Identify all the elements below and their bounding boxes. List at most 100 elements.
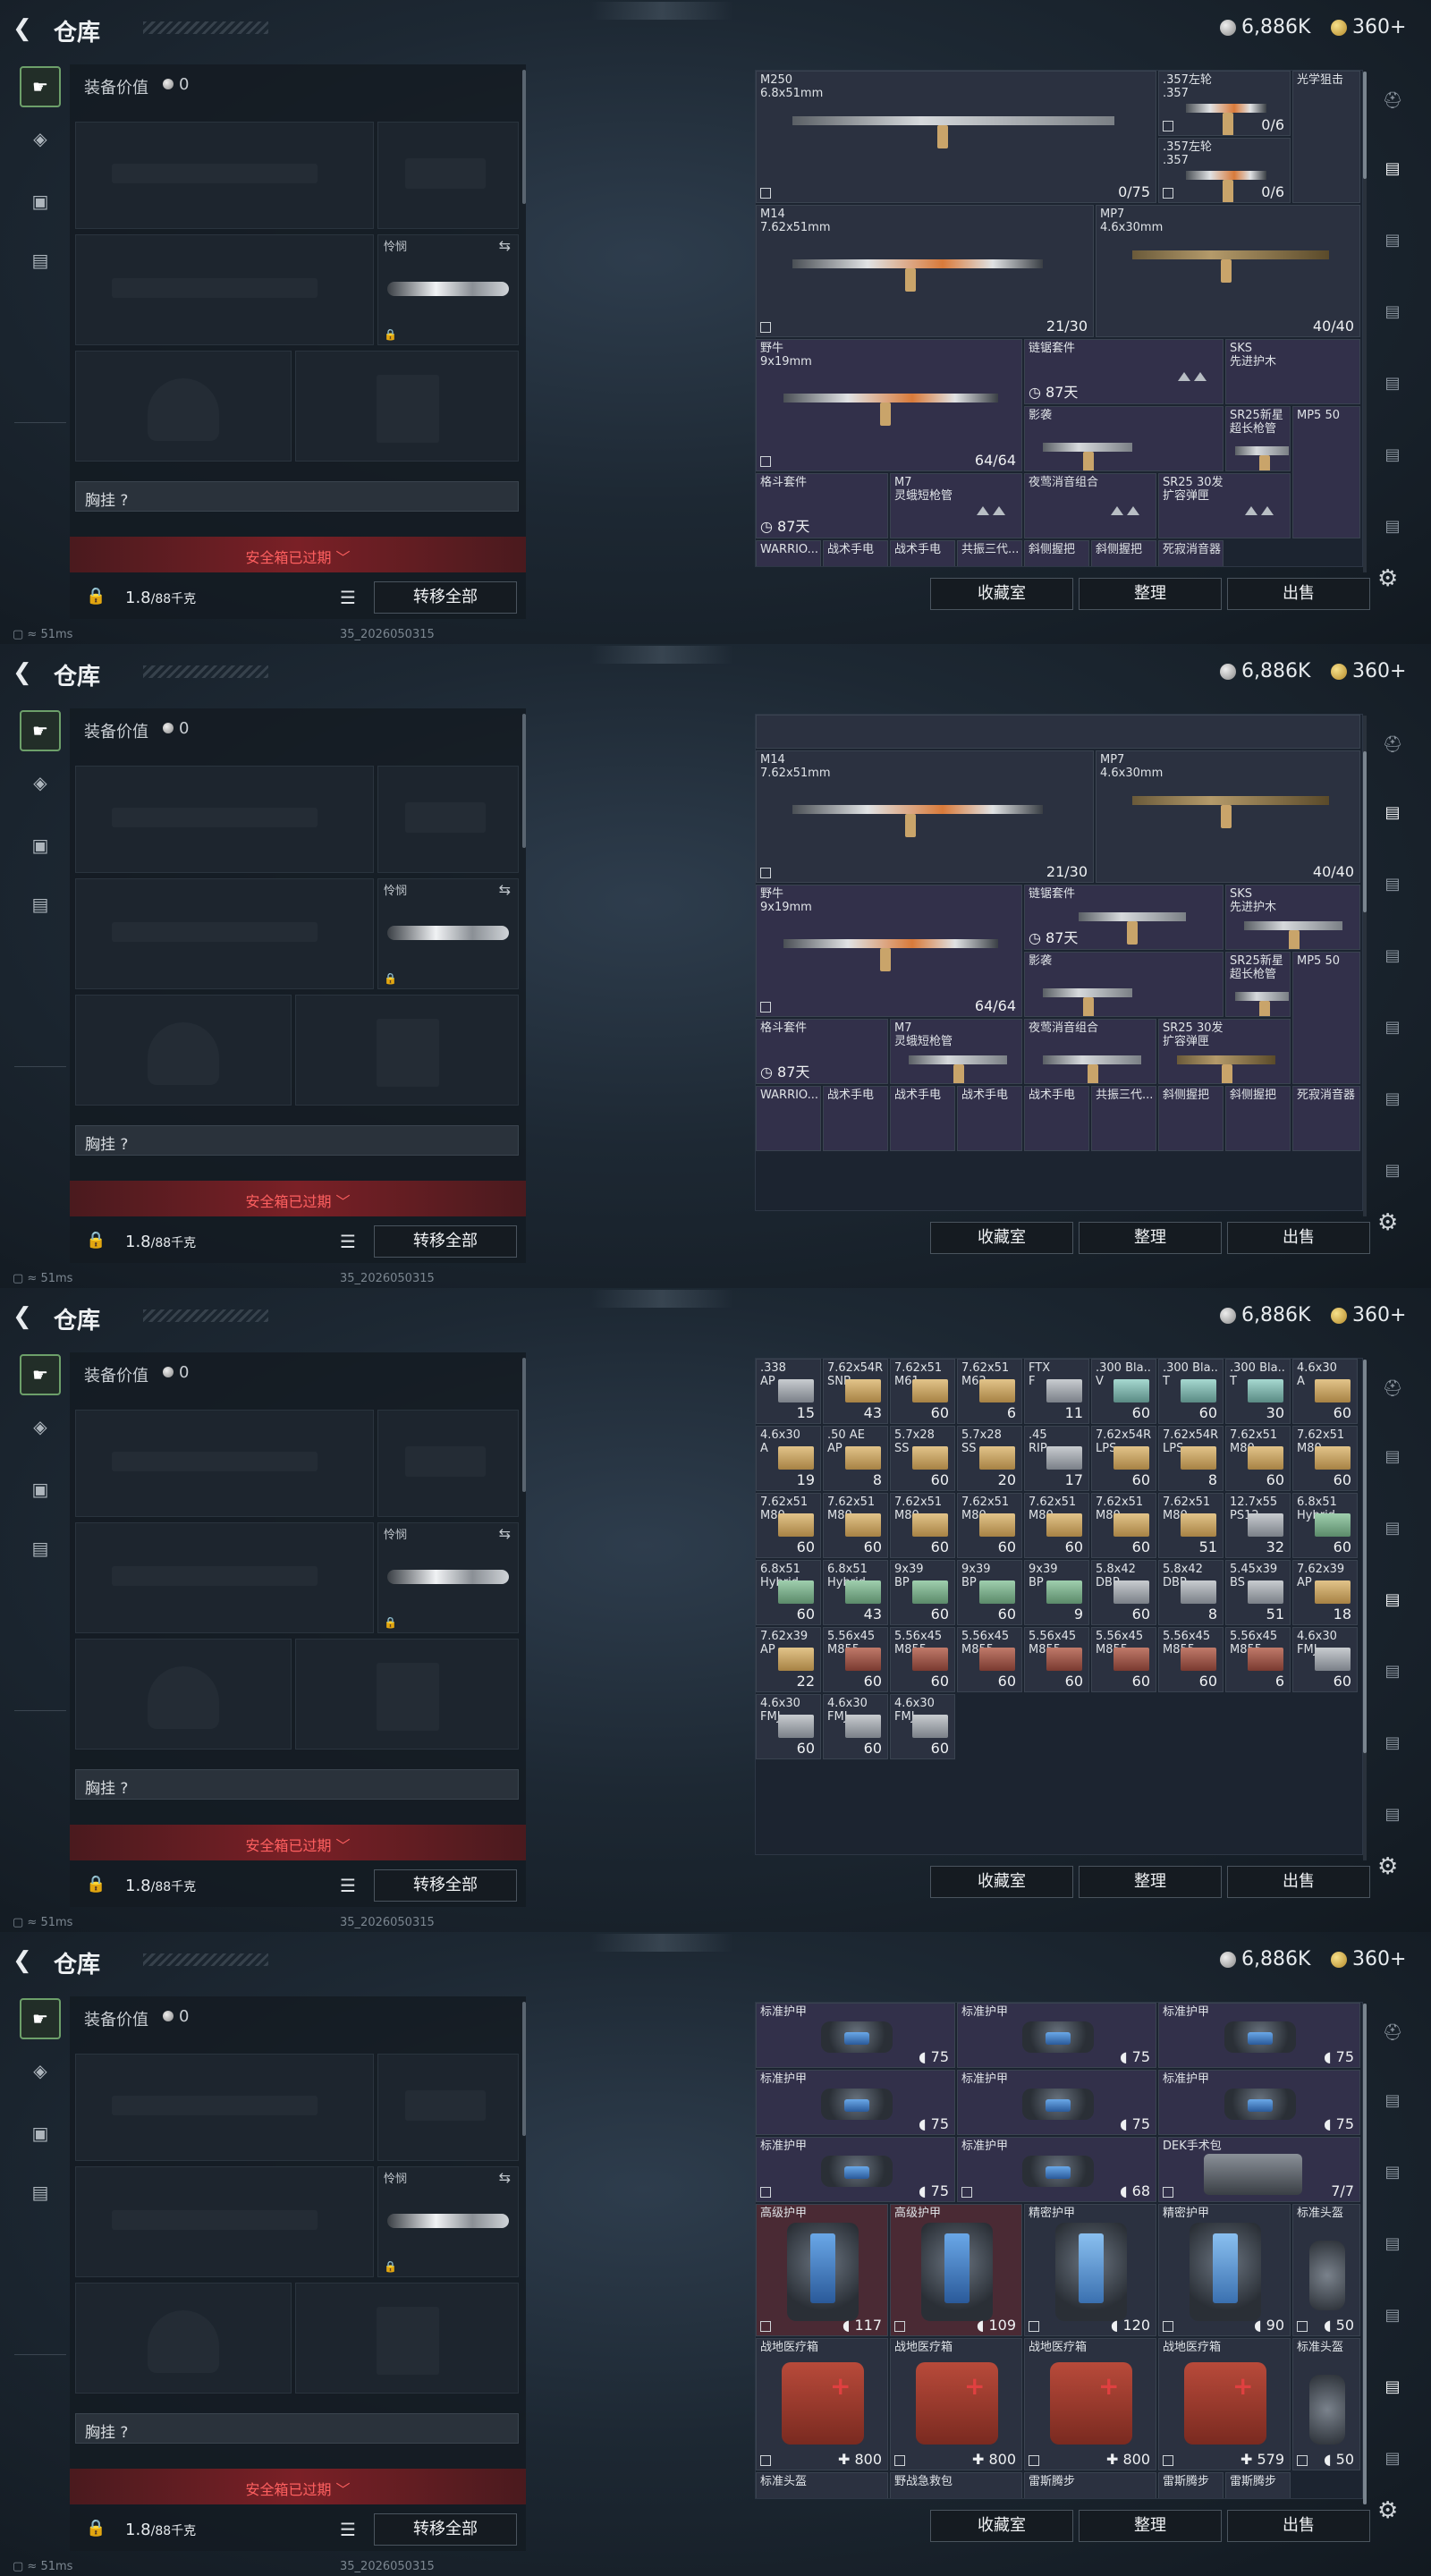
page-5-icon[interactable]: ▤ (1376, 442, 1410, 469)
weapon-item[interactable]: M250 6.8x51mm 0/75 (756, 71, 1156, 203)
ammo-item[interactable]: 5.56x45 M855 60 (1091, 1627, 1156, 1692)
inventory-scrollbar[interactable] (1363, 2004, 1367, 2504)
list-icon[interactable]: ☰ (340, 2519, 356, 2540)
settings-gear-icon[interactable]: ⚙ (1377, 2497, 1398, 2524)
weapon-item[interactable]: M14 7.62x51mm 21/30 (756, 750, 1094, 883)
armor-slot[interactable] (295, 351, 519, 462)
page-6-icon[interactable]: ▤ (1376, 2445, 1410, 2472)
inventory-scrollbar[interactable] (1363, 716, 1367, 1216)
safe-box-banner[interactable]: 安全箱已过期 ﹀ (70, 2469, 526, 2504)
ammo-item[interactable]: 12.7x55 PS12 32 (1225, 1493, 1291, 1558)
attachment-item[interactable]: 影袭 (1024, 406, 1224, 471)
page-6-icon[interactable]: ▤ (1376, 1157, 1410, 1184)
tab-helmet[interactable]: ◈ (20, 118, 61, 159)
sell-button[interactable]: 出售 (1227, 1222, 1370, 1254)
loadout-scrollbar[interactable] (522, 70, 526, 204)
gear-item[interactable]: 雷斯腾步 (1158, 2472, 1224, 2498)
tab-weapons[interactable]: ☛ (20, 66, 61, 107)
inventory-scroll-thumb[interactable] (1363, 1360, 1367, 1753)
ammo-item[interactable]: 7.62x39 AP 18 (1292, 1560, 1358, 1625)
tab-armor[interactable]: ▣ (20, 181, 61, 222)
attachment-item[interactable]: M7 灵蛾短枪管 (890, 473, 1022, 538)
primary-weapon-slot[interactable] (75, 1410, 374, 1517)
safe-box-banner[interactable]: 安全箱已过期 ﹀ (70, 537, 526, 572)
page-4-icon[interactable]: ▤ (1376, 2302, 1410, 2329)
gear-item[interactable]: 高级护甲 ◖ 109 (890, 2204, 1022, 2336)
tab-weapons[interactable]: ☛ (20, 1998, 61, 2039)
page-2-icon[interactable]: ▤ (1376, 2159, 1410, 2186)
secondary-weapon-slot[interactable] (75, 2166, 374, 2277)
gear-item[interactable]: 标准护甲 ◖ 75 (957, 2003, 1156, 2068)
chest-rig-slot[interactable]: 胸挂 ? (75, 481, 519, 512)
transfer-all-button[interactable]: 转移全部 (374, 1869, 517, 1902)
helmet-slot[interactable] (75, 2283, 292, 2394)
chest-rig-slot[interactable]: 胸挂 ? (75, 1125, 519, 1156)
page-3-icon[interactable]: ▤ (1376, 1587, 1410, 1614)
organize-button[interactable]: 整理 (1079, 1866, 1222, 1898)
attachment-item[interactable]: 链锯套件 ◷ 87天 (1024, 339, 1224, 404)
ammo-item[interactable]: .300 Bla.. V 60 (1091, 1359, 1156, 1424)
page-6-icon[interactable]: ▤ (1376, 1801, 1410, 1828)
gold-currency[interactable]: 360+ (1331, 1304, 1406, 1326)
settings-gear-icon[interactable]: ⚙ (1377, 1853, 1398, 1880)
page-3-icon[interactable]: ▤ (1376, 2231, 1410, 2258)
page-6-icon[interactable]: ▤ (1376, 513, 1410, 540)
attachment-item[interactable]: 斜侧握把 (1158, 1086, 1224, 1151)
attachment-item[interactable]: 战术手电 (957, 1086, 1022, 1151)
attachment-item[interactable]: 共振三代... (1091, 1086, 1156, 1151)
melee-slot[interactable]: 怜悯 ⇆ 🔒 (377, 878, 519, 989)
ammo-item[interactable]: 4.6x30 FMJ 60 (823, 1694, 888, 1759)
attachment-item[interactable]: 野牛 9x19mm 64/64 (756, 885, 1022, 1017)
secondary-weapon-slot[interactable] (75, 878, 374, 989)
ammo-item[interactable]: 5.56x45 M855 60 (890, 1627, 955, 1692)
gold-currency[interactable]: 360+ (1331, 16, 1406, 38)
gear-item[interactable]: 标准头盔 ◖ 50 (1292, 2204, 1360, 2336)
inventory-grid[interactable]: .338 AP 15 7.62x54R SNB 43 7.62x51 M61 60 7.62… (755, 1358, 1363, 1855)
gear-item[interactable]: 标准头盔 (756, 2472, 888, 2498)
warehouse-home-icon[interactable]: ⛑ (1376, 1376, 1410, 1402)
tab-helmet[interactable]: ◈ (20, 762, 61, 803)
attachment-item[interactable]: 死寂消音器 (1292, 1086, 1360, 1151)
ammo-item[interactable]: 7.62x51 M62 6 (957, 1359, 1022, 1424)
swap-icon[interactable]: ⇆ (499, 2169, 511, 2186)
gear-item[interactable]: 精密护甲 ◖ 90 (1158, 2204, 1291, 2336)
swap-icon[interactable]: ⇆ (499, 237, 511, 254)
ammo-item[interactable]: 7.62x54R LPS 8 (1158, 1426, 1224, 1491)
page-5-icon[interactable]: ▤ (1376, 1730, 1410, 1757)
warehouse-home-icon[interactable]: ⛑ (1376, 88, 1410, 114)
armor-slot[interactable] (295, 2283, 519, 2394)
primary-weapon-slot[interactable] (75, 766, 374, 873)
organize-button[interactable]: 整理 (1079, 1222, 1222, 1254)
gear-item[interactable]: 标准护甲 ◖ 75 (1158, 2070, 1360, 2135)
weapon-item[interactable]: MP7 4.6x30mm 40/40 (1096, 750, 1360, 883)
gear-item[interactable]: DEK手术包 7/7 (1158, 2137, 1360, 2202)
ammo-item[interactable]: 6.8x51 Hybrid60 (1292, 1493, 1358, 1558)
organize-button[interactable]: 整理 (1079, 2510, 1222, 2542)
gear-item[interactable]: 标准护甲 ◖ 75 (756, 2070, 955, 2135)
melee-slot[interactable]: 怜悯 ⇆ 🔒 (377, 2166, 519, 2277)
ammo-item[interactable]: 7.62x51 M80 60 (1225, 1426, 1291, 1491)
attachment-item[interactable]: WARRIO... (756, 1086, 821, 1151)
list-icon[interactable]: ☰ (340, 1231, 356, 1252)
ammo-item[interactable]: 4.6x30 A 60 (1292, 1359, 1358, 1424)
armor-slot[interactable] (295, 995, 519, 1106)
attachment-item[interactable]: SKS 先进护木 (1225, 885, 1360, 950)
inventory-scroll-thumb[interactable] (1363, 72, 1367, 179)
attachment-item[interactable]: 斜侧握把 (1024, 540, 1089, 566)
secondary-weapon-slot[interactable] (75, 234, 374, 345)
attachment-item[interactable]: 共振三代... (957, 540, 1022, 566)
gold-currency[interactable]: 360+ (1331, 1948, 1406, 1970)
ammo-item[interactable]: 5.56x45 M855 6 (1225, 1627, 1291, 1692)
gear-item[interactable]: 精密护甲 ◖ 120 (1024, 2204, 1156, 2336)
gear-item[interactable]: 野战急救包 (890, 2472, 1022, 2498)
gear-item[interactable]: 高级护甲 ◖ 117 (756, 2204, 888, 2336)
loadout-scrollbar[interactable] (522, 2002, 526, 2136)
back-arrow-icon[interactable]: ❮ (13, 660, 38, 685)
ammo-item[interactable]: 4.6x30 FMJ 60 (1292, 1627, 1358, 1692)
safe-box-banner[interactable]: 安全箱已过期 ﹀ (70, 1825, 526, 1860)
attachment-item[interactable]: 格斗套件 ◷ 87天 (756, 1019, 888, 1084)
sell-button[interactable]: 出售 (1227, 578, 1370, 610)
transfer-all-button[interactable]: 转移全部 (374, 581, 517, 614)
inventory-grid[interactable]: M14 7.62x51mm 21/30 MP7 4.6x30mm 40/40 野牛 9x… (755, 714, 1363, 1211)
silver-currency[interactable]: 6,886K (1220, 1304, 1310, 1326)
